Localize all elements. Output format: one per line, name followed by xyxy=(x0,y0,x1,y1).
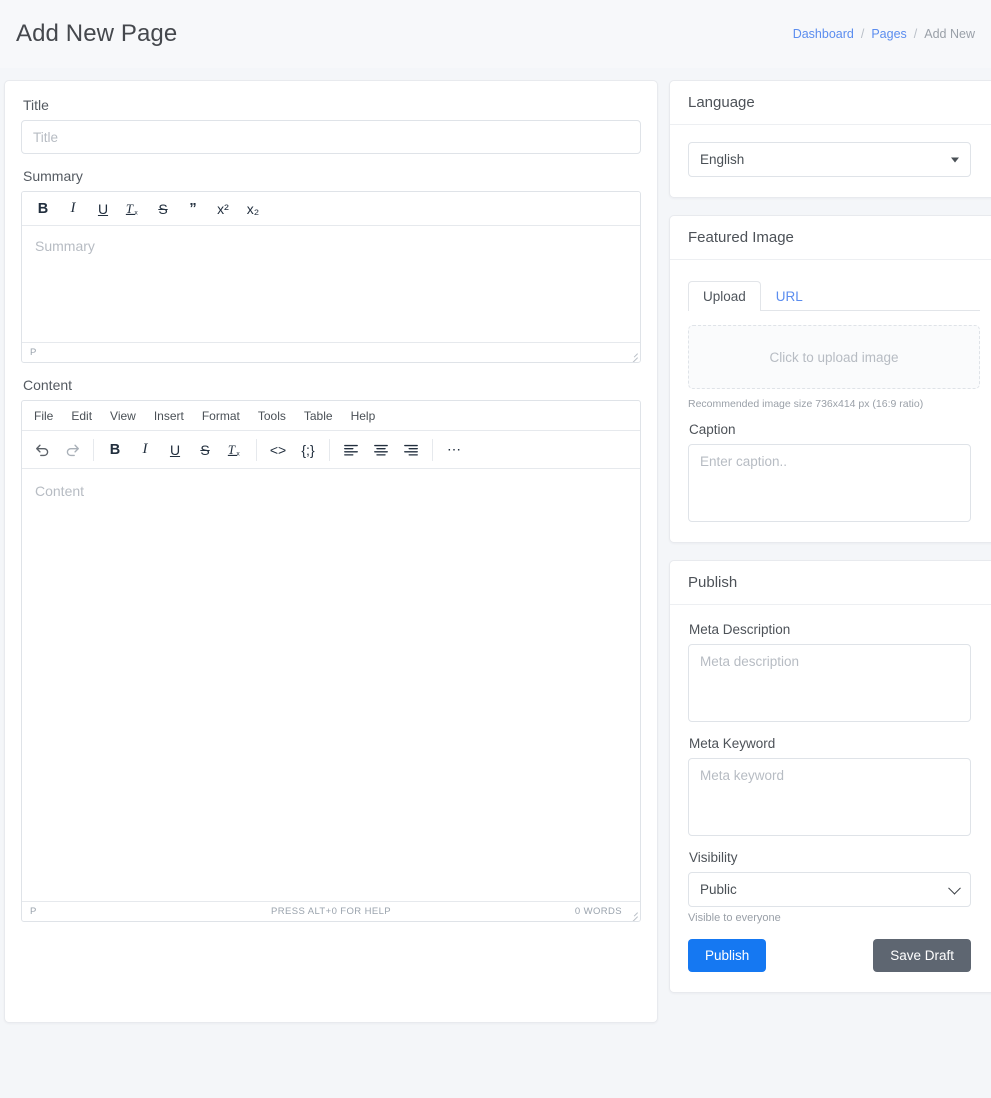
summary-status-path: p xyxy=(30,347,37,358)
content-editor: File Edit View Insert Format Tools Table… xyxy=(21,400,641,922)
chevron-down-icon xyxy=(948,881,961,894)
summary-editor-body[interactable]: Summary xyxy=(22,226,640,342)
svg-text:T: T xyxy=(227,443,235,457)
summary-label: Summary xyxy=(23,168,641,184)
subscript-icon[interactable]: x₂ xyxy=(238,195,268,223)
italic-icon[interactable]: I xyxy=(130,436,160,464)
language-select-value: English xyxy=(700,152,744,167)
chevron-down-icon xyxy=(951,157,959,162)
content-editor-body[interactable]: Content xyxy=(22,469,640,901)
redo-icon[interactable] xyxy=(57,436,87,464)
visibility-select-value: Public xyxy=(700,882,737,897)
menu-view[interactable]: View xyxy=(102,405,144,427)
publish-panel-body: Meta Description Meta Keyword Visibility… xyxy=(670,605,991,992)
featured-image-panel-title: Featured Image xyxy=(670,216,991,260)
sidebar: Language English Featured Image Upload U… xyxy=(669,80,991,1010)
page-header: Add New Page Dashboard / Pages / Add New xyxy=(0,0,991,68)
publish-panel: Publish Meta Description Meta Keyword Vi… xyxy=(669,560,991,993)
bold-icon[interactable]: B xyxy=(100,436,130,464)
breadcrumb-separator: / xyxy=(861,27,864,41)
more-options-icon[interactable]: ⋯ xyxy=(439,436,469,464)
remove-format-icon[interactable]: Tx xyxy=(220,436,250,464)
menu-insert[interactable]: Insert xyxy=(146,405,192,427)
menu-tools[interactable]: Tools xyxy=(250,405,294,427)
title-input[interactable] xyxy=(21,120,641,154)
content-editor-toolbar: B I U S Tx <> {;} xyxy=(22,431,640,469)
caption-label: Caption xyxy=(689,422,980,437)
toolbar-divider xyxy=(93,439,94,461)
strikethrough-icon[interactable]: S xyxy=(148,195,178,223)
underline-icon[interactable]: U xyxy=(88,195,118,223)
meta-description-label: Meta Description xyxy=(689,622,980,637)
featured-image-panel-body: Upload URL Click to upload image Recomme… xyxy=(670,260,991,542)
code-sample-icon[interactable]: {;} xyxy=(293,436,323,464)
content-status-path: p xyxy=(30,906,37,917)
content-status-help: Press ALT+0 for help xyxy=(271,906,391,917)
visibility-select[interactable]: Public xyxy=(688,872,971,907)
meta-description-textarea[interactable] xyxy=(688,644,971,722)
menu-table[interactable]: Table xyxy=(296,405,341,427)
menu-format[interactable]: Format xyxy=(194,405,248,427)
content-label: Content xyxy=(23,377,641,393)
content-resize-handle[interactable] xyxy=(628,909,638,919)
publish-panel-title: Publish xyxy=(670,561,991,605)
strikethrough-icon[interactable]: S xyxy=(190,436,220,464)
tab-url[interactable]: URL xyxy=(761,281,818,311)
content-editor-menubar: File Edit View Insert Format Tools Table… xyxy=(22,401,640,431)
undo-icon[interactable] xyxy=(27,436,57,464)
svg-text:x: x xyxy=(236,450,240,457)
bold-icon[interactable]: B xyxy=(28,195,58,223)
svg-text:x: x xyxy=(134,209,138,216)
image-size-recommendation: Recommended image size 736x414 px (16:9 … xyxy=(688,398,980,410)
breadcrumb-item-dashboard[interactable]: Dashboard xyxy=(793,27,854,41)
superscript-icon[interactable]: x² xyxy=(208,195,238,223)
publish-actions: Publish Save Draft xyxy=(688,939,971,972)
language-panel: Language English xyxy=(669,80,991,198)
visibility-helper-text: Visible to everyone xyxy=(688,912,980,924)
toolbar-divider xyxy=(329,439,330,461)
summary-editor-statusbar: p xyxy=(22,342,640,362)
menu-help[interactable]: Help xyxy=(343,405,384,427)
tab-upload[interactable]: Upload xyxy=(688,281,761,311)
featured-image-tabs: Upload URL xyxy=(688,277,980,311)
page-title: Add New Page xyxy=(16,22,177,46)
breadcrumb-item-pages[interactable]: Pages xyxy=(871,27,906,41)
language-select[interactable]: English xyxy=(688,142,971,177)
align-right-icon[interactable] xyxy=(396,436,426,464)
breadcrumb-separator: / xyxy=(914,27,917,41)
summary-editor-toolbar: B I U Tx S ” x² x₂ xyxy=(22,192,640,226)
menu-file[interactable]: File xyxy=(26,405,61,427)
breadcrumb: Dashboard / Pages / Add New xyxy=(793,27,975,41)
title-label: Title xyxy=(23,97,641,113)
toolbar-divider xyxy=(432,439,433,461)
remove-format-icon[interactable]: Tx xyxy=(118,195,148,223)
language-panel-title: Language xyxy=(670,81,991,125)
blockquote-icon[interactable]: ” xyxy=(178,195,208,223)
breadcrumb-item-current: Add New xyxy=(924,27,975,41)
image-upload-dropzone[interactable]: Click to upload image xyxy=(688,325,980,389)
editor-card: Title Summary B I U Tx S ” x² x₂ Summary… xyxy=(4,80,658,1023)
source-code-icon[interactable]: <> xyxy=(263,436,293,464)
align-center-icon[interactable] xyxy=(366,436,396,464)
svg-text:T: T xyxy=(125,202,133,216)
visibility-label: Visibility xyxy=(689,850,980,865)
meta-keyword-label: Meta Keyword xyxy=(689,736,980,751)
meta-keyword-textarea[interactable] xyxy=(688,758,971,836)
underline-icon[interactable]: U xyxy=(160,436,190,464)
page-root: Add New Page Dashboard / Pages / Add New… xyxy=(0,0,991,1098)
content-editor-statusbar: p Press ALT+0 for help 0 WORDS xyxy=(22,901,640,921)
content-status-wordcount: 0 WORDS xyxy=(575,906,632,917)
caption-textarea[interactable] xyxy=(688,444,971,522)
publish-button[interactable]: Publish xyxy=(688,939,766,972)
save-draft-button[interactable]: Save Draft xyxy=(873,939,971,972)
featured-image-panel: Featured Image Upload URL Click to uploa… xyxy=(669,215,991,543)
summary-editor: B I U Tx S ” x² x₂ Summary p xyxy=(21,191,641,363)
menu-edit[interactable]: Edit xyxy=(63,405,100,427)
language-panel-body: English xyxy=(670,125,991,197)
summary-resize-handle[interactable] xyxy=(628,350,638,360)
align-left-icon[interactable] xyxy=(336,436,366,464)
italic-icon[interactable]: I xyxy=(58,195,88,223)
toolbar-divider xyxy=(256,439,257,461)
